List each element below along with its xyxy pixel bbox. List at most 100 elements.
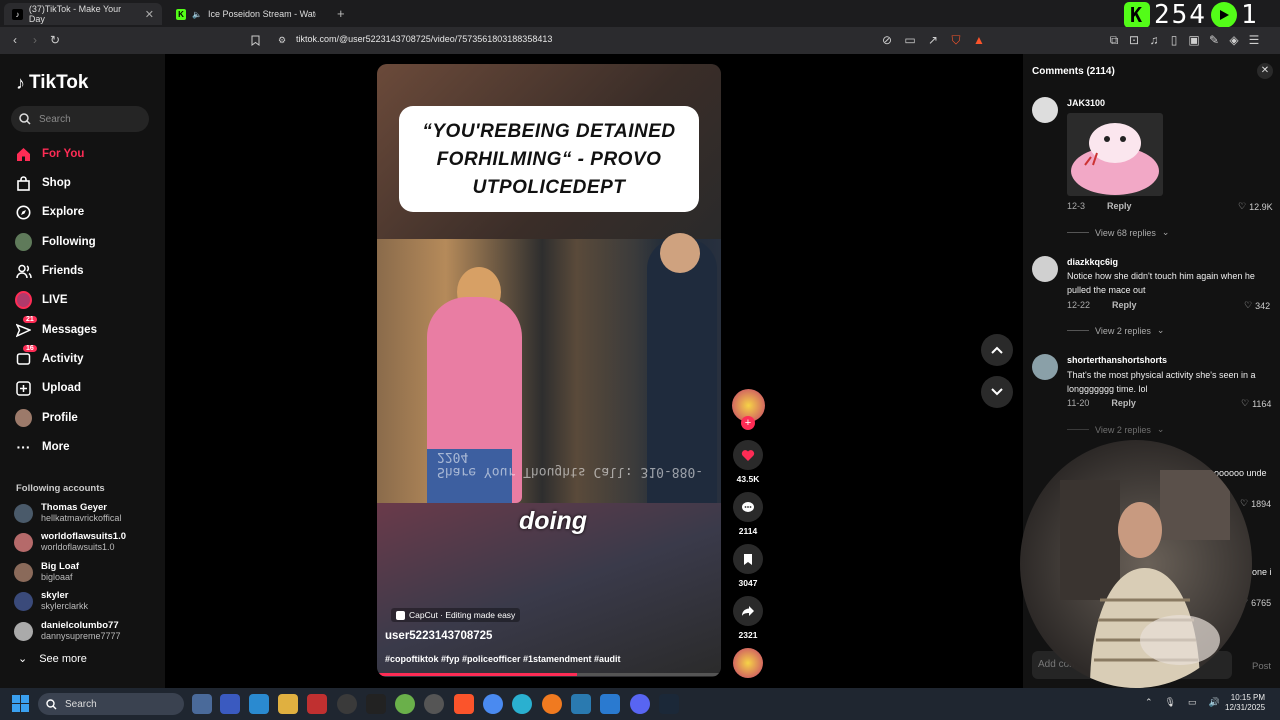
network-icon[interactable]: ▭ — [1188, 697, 1197, 708]
nav-activity[interactable]: 16 Activity — [15, 344, 84, 369]
screenshot-icon[interactable]: ⊡ — [1127, 33, 1141, 47]
post-button[interactable]: Post — [1252, 661, 1271, 672]
app-icon[interactable] — [424, 694, 444, 714]
brave-shield-icon[interactable]: ⛉ — [949, 33, 963, 47]
next-video-button[interactable] — [981, 376, 1013, 408]
share-icon[interactable]: ↗ — [926, 33, 940, 47]
vpn-icon[interactable]: ◈ — [1227, 33, 1241, 47]
avatar[interactable] — [1032, 256, 1058, 282]
reply-button[interactable]: Reply — [1107, 201, 1132, 211]
video-username[interactable]: user5223143708725 — [385, 630, 492, 642]
app-icon[interactable] — [249, 694, 269, 714]
view-replies-button[interactable]: View 68 replies ⌄ — [1067, 227, 1169, 238]
comment-button[interactable]: 2114 — [733, 492, 763, 536]
chrome-icon[interactable] — [483, 694, 503, 714]
comment-like[interactable]: ♡ 342 — [1244, 300, 1270, 311]
url-field[interactable]: tiktok.com/@user5223143708725/video/7573… — [296, 34, 552, 44]
app-icon[interactable] — [307, 694, 327, 714]
volume-icon[interactable]: 🔊 — [1209, 697, 1220, 708]
nav-messages[interactable]: 21 Messages — [15, 315, 97, 340]
taskview-icon[interactable] — [192, 694, 212, 714]
app-icon[interactable] — [337, 694, 357, 714]
comment-username[interactable]: JAK3100 — [1067, 98, 1105, 108]
like-button[interactable]: 43.5K — [733, 440, 763, 484]
share-button[interactable]: 2321 — [733, 596, 763, 640]
back-icon[interactable]: ‹ — [8, 33, 22, 47]
discord-icon[interactable] — [630, 694, 650, 714]
app-icon[interactable] — [571, 694, 591, 714]
site-settings-icon[interactable]: ⚙ — [275, 33, 289, 47]
nav-explore[interactable]: Explore — [15, 202, 84, 222]
new-tab-button[interactable]: + — [337, 6, 345, 21]
account-item[interactable]: danielcolumbo77 dannysupreme7777 — [14, 620, 121, 642]
reply-button[interactable]: Reply — [1111, 398, 1136, 408]
vscode-icon[interactable] — [600, 694, 620, 714]
search-input[interactable]: Search — [11, 106, 149, 132]
account-handle: hellkatmavrickoffical — [41, 513, 122, 523]
account-item[interactable]: Thomas Geyer hellkatmavrickoffical — [14, 502, 121, 524]
cast-icon[interactable]: ▭ — [903, 33, 917, 47]
view-replies-button[interactable]: View 2 replies ⌄ — [1067, 424, 1164, 435]
edge-icon[interactable] — [512, 694, 532, 714]
close-tab-icon[interactable]: ✕ — [145, 8, 154, 21]
nav-live[interactable]: LIVE — [15, 290, 68, 310]
chevron-up-icon[interactable]: ⌃ — [1145, 697, 1153, 708]
account-item[interactable]: Big Loaf bigloaaf — [14, 561, 79, 583]
file-explorer-icon[interactable] — [278, 694, 298, 714]
video-player[interactable]: “YOU'REBEING DETAINED FORHILMING“ - PROV… — [377, 64, 721, 677]
leo-icon[interactable]: ✎ — [1207, 33, 1221, 47]
brave-icon[interactable] — [454, 694, 474, 714]
avatar[interactable] — [1032, 354, 1058, 380]
microphone-icon[interactable]: 🎙 — [1165, 697, 1176, 708]
comment-like[interactable]: ♡ 12.9K — [1238, 201, 1273, 212]
close-icon[interactable]: ✕ — [1257, 63, 1273, 79]
capcut-tag[interactable]: CapCut · Editing made easy — [391, 608, 521, 622]
app-icon[interactable] — [366, 694, 386, 714]
menu-icon[interactable]: ☰ — [1247, 33, 1261, 47]
nav-label: Messages — [42, 324, 97, 336]
steam-icon[interactable] — [659, 694, 679, 714]
nav-friends[interactable]: Friends — [15, 261, 84, 281]
forward-icon[interactable]: › — [28, 33, 42, 47]
comment-like[interactable]: ♡ 1894 — [1240, 498, 1271, 509]
nav-shop[interactable]: Shop — [15, 173, 71, 193]
comment-username[interactable]: shorterthanshortshorts — [1067, 355, 1167, 365]
browser-tab-kick[interactable]: K 🔈 Ice Poseidon Stream - Watch Live — [168, 3, 324, 25]
music-icon[interactable]: ♫ — [1147, 33, 1161, 47]
wallet-icon[interactable]: ▣ — [1187, 33, 1201, 47]
extensions-icon[interactable]: ⧉ — [1107, 33, 1121, 47]
tiktok-logo[interactable]: ♪ TikTok — [16, 72, 88, 94]
video-hashtags[interactable]: #copoftiktok #fyp #policeofficer #1stame… — [385, 654, 621, 664]
save-button[interactable]: 3047 — [733, 544, 763, 588]
nav-profile[interactable]: Profile — [15, 408, 78, 428]
comment-like[interactable]: ♡ 1164 — [1241, 398, 1271, 409]
comment-like-count: 342 — [1255, 300, 1271, 311]
sidebar-toggle-icon[interactable]: ▯ — [1167, 33, 1181, 47]
comment-username[interactable]: diazkkqc6ig — [1067, 257, 1118, 267]
firefox-icon[interactable] — [542, 694, 562, 714]
account-item[interactable]: worldoflawsuits1.0 worldoflawsuits1.0 — [14, 531, 126, 553]
taskbar-search[interactable]: Search — [38, 693, 184, 715]
see-more-button[interactable]: ⌄ See more — [18, 652, 87, 666]
nav-more[interactable]: ··· More — [15, 437, 70, 457]
brave-rewards-icon[interactable]: ▲ — [972, 33, 986, 47]
no-camera-icon[interactable]: ⊘ — [880, 33, 894, 47]
nav-following[interactable]: Following — [15, 232, 96, 252]
bookmark-icon[interactable] — [248, 33, 262, 47]
follow-plus-icon[interactable]: + — [741, 416, 755, 430]
view-replies-button[interactable]: View 2 replies ⌄ — [1067, 325, 1164, 336]
reload-icon[interactable]: ↻ — [48, 33, 62, 47]
app-icon[interactable] — [395, 694, 415, 714]
windows-start-icon[interactable] — [12, 695, 29, 712]
browser-tab-tiktok[interactable]: ♪ (37)TikTok - Make Your Day ✕ — [4, 3, 162, 25]
nav-upload[interactable]: Upload — [15, 378, 81, 398]
sound-disc-icon[interactable] — [733, 648, 763, 678]
video-progress-bar[interactable] — [377, 673, 721, 676]
avatar[interactable] — [1032, 97, 1058, 123]
nav-for-you[interactable]: For You — [15, 144, 84, 164]
reply-button[interactable]: Reply — [1112, 300, 1137, 310]
account-item[interactable]: skyler skylerclarkk — [14, 590, 88, 612]
system-clock[interactable]: 10:15 PM 12/31/2025 — [1225, 693, 1265, 713]
previous-video-button[interactable] — [981, 334, 1013, 366]
app-icon[interactable] — [220, 694, 240, 714]
